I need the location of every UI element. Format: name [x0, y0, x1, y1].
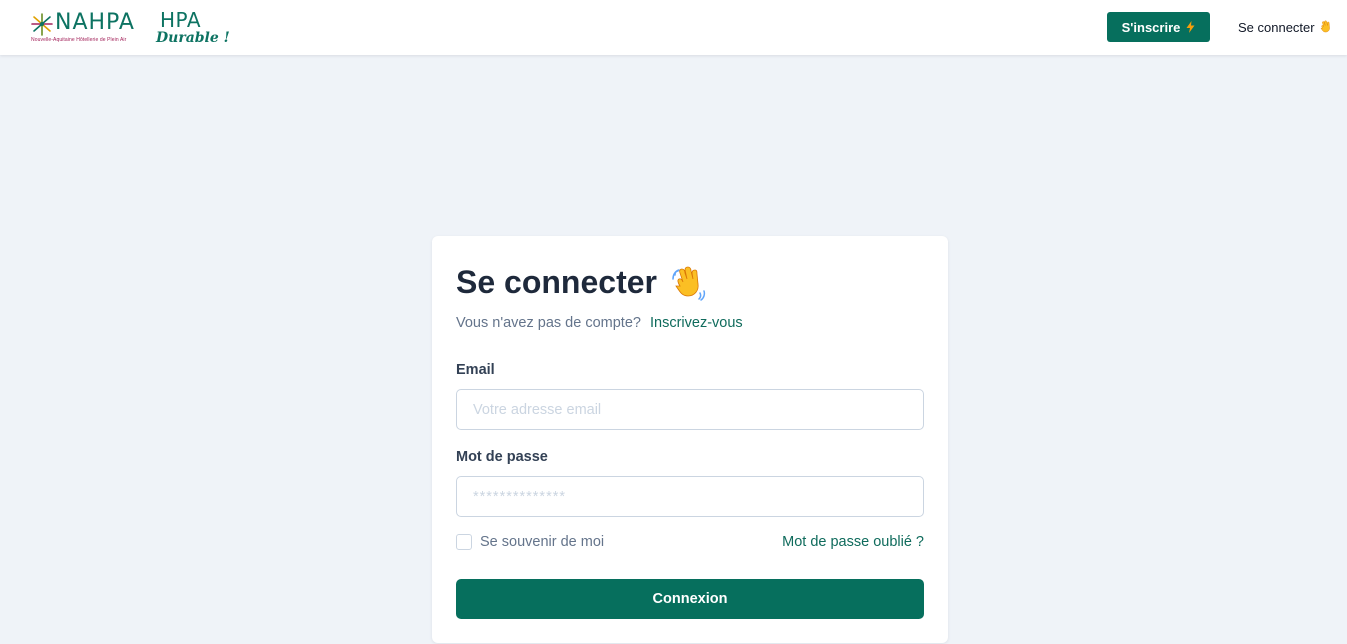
- signup-link[interactable]: Inscrivez-vous: [650, 315, 743, 331]
- waving-hand-icon: [672, 266, 706, 301]
- signup-button[interactable]: S'inscrire: [1107, 12, 1210, 42]
- login-card: Se connecter Vous n'avez pas de compte? …: [432, 236, 948, 643]
- email-label: Email: [456, 362, 495, 378]
- bolt-icon: [1186, 21, 1195, 33]
- remember-me-checkbox[interactable]: [456, 534, 472, 550]
- signup-prompt: Vous n'avez pas de compte? Inscrivez-vou…: [456, 315, 743, 331]
- remember-me-label: Se souvenir de moi: [480, 534, 605, 550]
- page-title-text: Se connecter: [456, 264, 657, 300]
- email-field[interactable]: [456, 389, 924, 430]
- forgot-password-link[interactable]: Mot de passe oublié ?: [782, 534, 924, 550]
- signup-prompt-text: Vous n'avez pas de compte?: [456, 315, 641, 331]
- signup-button-label: S'inscrire: [1121, 19, 1181, 35]
- waving-hand-icon: [1320, 20, 1330, 33]
- tree-logo-icon: [31, 13, 53, 36]
- durable-logo-text: Durable !: [156, 30, 230, 46]
- password-label: Mot de passe: [456, 449, 548, 465]
- top-navbar: NAHPA Nouvelle-Aquitaine Hôtellerie de P…: [0, 0, 1347, 55]
- hpa-durable-logo[interactable]: HPA Durable !: [156, 8, 230, 48]
- page-title: Se connecter: [456, 264, 707, 301]
- logo-tagline: Nouvelle-Aquitaine Hôtellerie de Plein A…: [31, 37, 127, 43]
- nahpa-logo[interactable]: NAHPA Nouvelle-Aquitaine Hôtellerie de P…: [30, 10, 148, 46]
- remember-me[interactable]: Se souvenir de moi: [456, 534, 604, 550]
- password-field[interactable]: [456, 476, 924, 517]
- hpa-logo-text: HPA: [160, 8, 202, 32]
- login-nav-label: Se connecter: [1238, 19, 1315, 35]
- logo-wordmark: NAHPA: [55, 10, 135, 35]
- submit-button[interactable]: Connexion: [456, 579, 924, 619]
- login-nav-link[interactable]: Se connecter: [1238, 12, 1333, 42]
